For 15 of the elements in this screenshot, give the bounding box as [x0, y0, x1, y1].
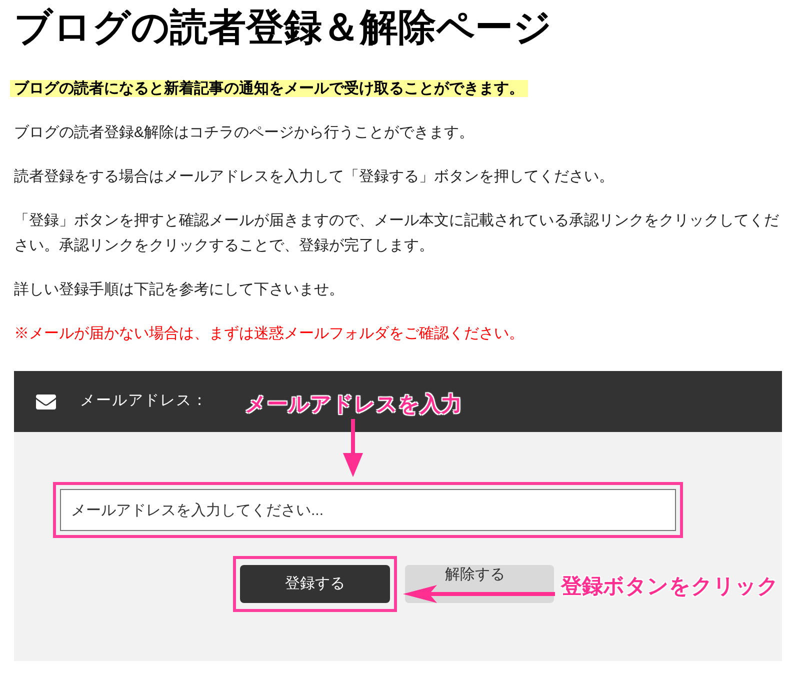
annotation-label: メールアドレスを入力	[245, 392, 462, 418]
down-arrow-icon	[342, 419, 364, 477]
email-input[interactable]: メールアドレスを入力してください...	[60, 489, 676, 531]
paragraph: 詳しい登録手順は下記を参考にして下さいませ。	[14, 281, 344, 298]
annotation-label: 登録ボタンをクリック	[561, 574, 779, 600]
paragraph: 読者登録をする場合はメールアドレスを入力して「登録する」ボタンを押してください。	[14, 168, 614, 185]
email-label: メールアドレス：	[80, 391, 208, 412]
warning-text: ※メールが届かない場合は、まずは迷惑メールフォルダをご確認ください。	[14, 325, 524, 342]
page-title: ブログの読者登録＆解除ページ	[14, 6, 553, 51]
paragraph: ブログの読者になると新着記事の通知をメールで受け取ることができます。	[10, 80, 528, 97]
paragraph: 「登録」ボタンを押すと確認メールが届きますので、メール本文に記載されている承認リンクをクリックしてください。承認リンクをクリックすることで、登録が完了します。	[14, 212, 779, 254]
register-button[interactable]: 登録する	[240, 565, 390, 603]
mail-icon	[34, 392, 58, 412]
left-arrow-icon	[403, 585, 555, 603]
paragraph: ブログの読者登録&解除はコチラのページから行うことができます。	[14, 124, 474, 141]
